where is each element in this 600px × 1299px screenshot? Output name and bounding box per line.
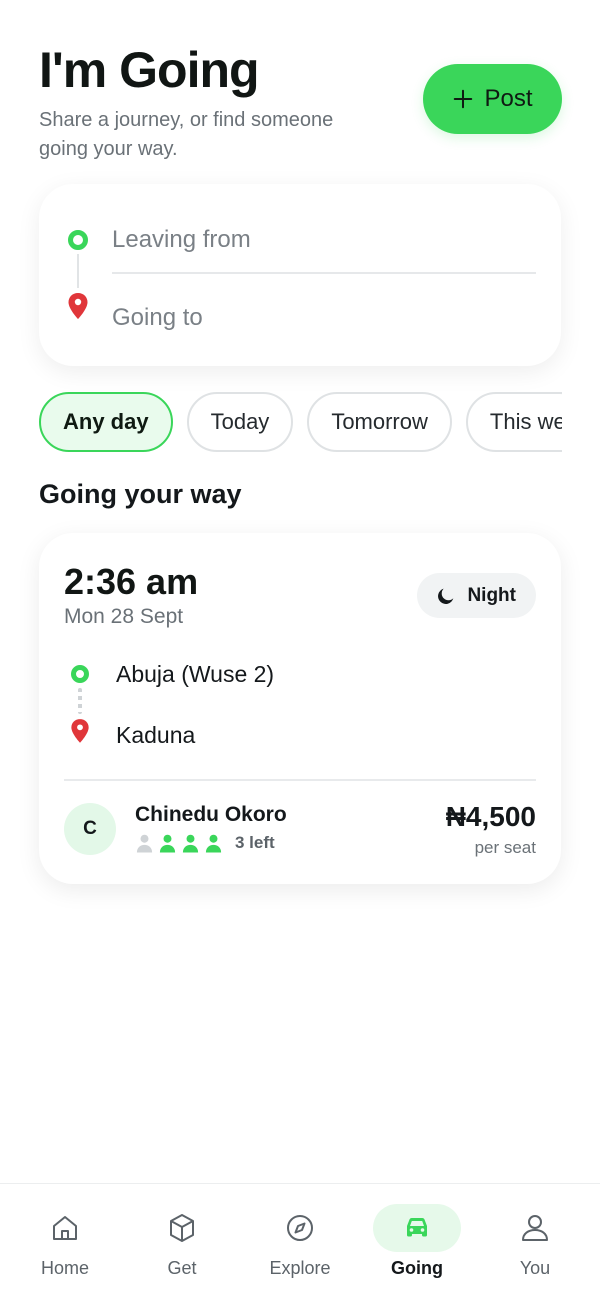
tab-home[interactable]: Home bbox=[15, 1204, 115, 1279]
page-title: I'm Going bbox=[39, 42, 260, 98]
divider bbox=[64, 779, 536, 781]
seat-free-icon bbox=[205, 834, 222, 853]
tab-label: You bbox=[519, 1258, 551, 1278]
tab-you[interactable]: You bbox=[485, 1204, 585, 1279]
page-subtitle: Share a journey, or find someone going y… bbox=[39, 109, 334, 160]
section-title: Going your way bbox=[39, 479, 242, 509]
avatar: C bbox=[64, 803, 116, 855]
tab-explore[interactable]: Explore bbox=[250, 1204, 350, 1279]
leaving-from-input[interactable]: Leaving from bbox=[112, 222, 536, 274]
destination-pin-icon bbox=[68, 293, 88, 319]
compass-icon bbox=[287, 1215, 313, 1241]
badge-label: Night bbox=[467, 584, 516, 606]
tab-label: Home bbox=[40, 1258, 89, 1278]
home-icon bbox=[53, 1216, 77, 1240]
chip-today[interactable]: Today bbox=[186, 392, 294, 452]
ride-card[interactable]: 2:36 am Mon 28 Sept Night Abuja (Wuse 2)… bbox=[39, 533, 561, 884]
seat-availability: 3 left bbox=[135, 833, 275, 853]
seat-free-icon bbox=[159, 834, 176, 853]
tab-label: Explore bbox=[269, 1258, 331, 1278]
seat-taken-icon bbox=[136, 834, 153, 853]
post-button[interactable]: Post bbox=[423, 64, 562, 134]
ride-time: 2:36 am bbox=[64, 561, 199, 602]
chip-any-day[interactable]: Any day bbox=[39, 392, 173, 452]
day-filter-chips: Any day Today Tomorrow This we bbox=[39, 392, 562, 454]
chip-tomorrow[interactable]: Tomorrow bbox=[307, 392, 452, 452]
ride-date: Mon 28 Sept bbox=[64, 605, 184, 628]
ride-destination: Kaduna bbox=[116, 722, 196, 748]
moon-icon bbox=[438, 588, 454, 604]
destination-pin-icon bbox=[71, 719, 89, 743]
ride-price: ₦4,500 bbox=[445, 801, 536, 832]
seat-free-icon bbox=[182, 834, 199, 853]
ride-origin: Abuja (Wuse 2) bbox=[116, 661, 275, 687]
night-badge: Night bbox=[417, 573, 536, 618]
box-icon bbox=[170, 1214, 194, 1242]
origin-dot-icon bbox=[68, 230, 88, 250]
tab-label: Going bbox=[391, 1258, 443, 1278]
tab-label: Get bbox=[167, 1258, 197, 1278]
route-connector bbox=[77, 254, 79, 288]
tab-going[interactable]: Going bbox=[367, 1204, 467, 1279]
page-header: I'm Going Share a journey, or find someo… bbox=[39, 40, 379, 164]
driver-name: Chinedu Okoro bbox=[135, 803, 287, 826]
origin-dot-icon bbox=[71, 665, 89, 683]
route-search-card: Leaving from Going to bbox=[39, 184, 561, 366]
route-dotted-connector bbox=[78, 688, 82, 714]
bottom-tab-bar: Home Get Explore Going You bbox=[0, 1183, 600, 1299]
price-unit: per seat bbox=[474, 838, 536, 857]
chip-this-week[interactable]: This we bbox=[465, 392, 562, 452]
tab-get[interactable]: Get bbox=[132, 1204, 232, 1279]
car-icon bbox=[407, 1218, 427, 1237]
user-icon bbox=[522, 1215, 548, 1241]
going-to-input[interactable]: Going to bbox=[112, 300, 536, 340]
plus-icon bbox=[454, 89, 473, 109]
seats-left-label: 3 left bbox=[235, 833, 275, 852]
post-button-label: Post bbox=[484, 85, 533, 112]
